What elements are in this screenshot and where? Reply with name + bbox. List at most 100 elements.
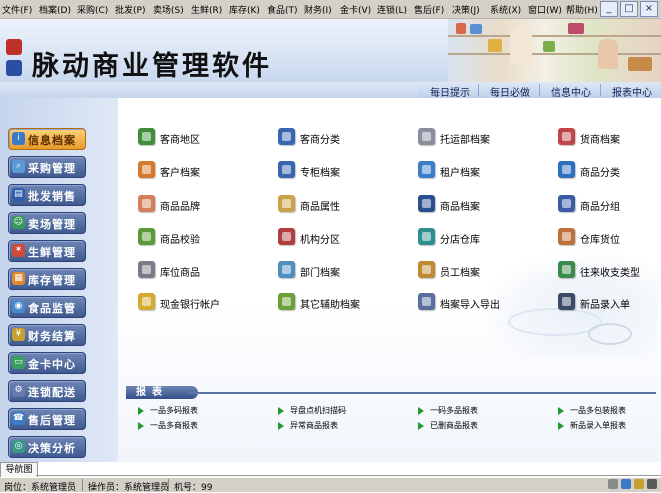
menu-archive[interactable]: 档案(D): [39, 3, 71, 16]
tenant-icon: [418, 161, 435, 178]
menu-window[interactable]: 窗口(W): [528, 3, 562, 16]
sidebar-item-label: 决策分析: [28, 442, 76, 455]
menu-inventory[interactable]: 库存(K): [229, 3, 260, 16]
category-icon: [278, 128, 295, 145]
logo-blue-icon: [6, 60, 22, 76]
sidebar-item-label: 卖场管理: [28, 218, 76, 231]
sidebar-item-wholesale[interactable]: ▤ 批发销售: [8, 184, 86, 206]
sidebar-item-label: 连锁配送: [28, 386, 76, 399]
status-position: 岗位：系统管理员: [4, 483, 77, 493]
sidebar-item-label: 售后管理: [28, 414, 76, 427]
menu-file[interactable]: 文件(F): [2, 3, 32, 16]
finance-icon: ¥: [12, 328, 25, 341]
main-panel: 客商地区 客商分类 托运部档案 货商档案 客户档案 专柜档案 租户档案 商品分类…: [118, 98, 661, 462]
daily-tips-link[interactable]: 每日提示: [430, 84, 470, 99]
food-icon: ◉: [12, 300, 25, 313]
sidebar-item-label: 批发销售: [28, 190, 76, 203]
app-title: 脉动商业管理软件: [32, 51, 272, 82]
window-controls: _ □ ×: [598, 1, 658, 17]
store-icon: ☺: [12, 216, 25, 229]
arrow-icon: [418, 422, 424, 430]
clock-icon[interactable]: [634, 479, 644, 489]
printer-icon[interactable]: [647, 479, 657, 489]
import-export-icon: [418, 293, 435, 310]
navigation-tab[interactable]: 导航图: [0, 462, 38, 477]
region-icon: [138, 128, 155, 145]
report-center-link[interactable]: 报表中心: [612, 84, 652, 99]
quick-links-bar: 每日提示 每日必做 信息中心 报表中心: [418, 82, 661, 99]
menu-purchase[interactable]: 采购(C): [77, 3, 108, 16]
sidebar-item-info-archive[interactable]: i 信息档案: [8, 128, 86, 150]
status-bar: 岗位：系统管理员 操作员：系统管理员 机号：99: [0, 477, 661, 493]
sidebar-item-finance[interactable]: ¥ 财务结算: [8, 324, 86, 346]
info-center-link[interactable]: 信息中心: [551, 84, 591, 99]
menu-aftersale[interactable]: 售后(F): [414, 3, 444, 16]
menu-finance[interactable]: 财务(I): [304, 3, 332, 16]
counter-icon: [278, 161, 295, 178]
keyboard-icon[interactable]: [608, 479, 618, 489]
maximize-button[interactable]: □: [620, 1, 638, 17]
employee-icon: [418, 261, 435, 278]
menu-food[interactable]: 食品(T): [267, 3, 298, 16]
arrow-icon: [558, 422, 564, 430]
warehouse-icon: [418, 228, 435, 245]
logo-red-icon: [6, 39, 22, 55]
sidebar-item-label: 库存管理: [28, 274, 76, 287]
location-icon: [138, 261, 155, 278]
exchange-icon: [558, 261, 575, 278]
supermarket-banner-image: [448, 19, 661, 82]
info-archive-icon: i: [12, 132, 25, 145]
logo: [6, 39, 24, 81]
sidebar-item-decision[interactable]: ◎ 决策分析: [8, 436, 86, 458]
sidebar-item-label: 信息档案: [28, 134, 76, 147]
new-product-icon: [558, 293, 575, 310]
card-icon: ▭: [12, 356, 25, 369]
arrow-icon: [138, 422, 144, 430]
attribute-icon: [278, 195, 295, 212]
menu-bar: 文件(F) 档案(D) 采购(C) 批发(P) 卖场(S) 生鲜(R) 库存(K…: [0, 0, 661, 19]
sidebar-item-chain[interactable]: ⚙ 连锁配送: [8, 380, 86, 402]
plus-icon: [278, 293, 295, 310]
arrow-icon: [278, 422, 284, 430]
arrow-icon: [138, 407, 144, 415]
minimize-button[interactable]: _: [600, 1, 618, 17]
purchase-icon: ⌕: [12, 160, 25, 173]
menu-wholesale[interactable]: 批发(P): [115, 3, 145, 16]
header-band: [0, 82, 418, 98]
sidebar-item-label: 财务结算: [28, 330, 76, 343]
sidebar-item-fresh[interactable]: ✶ 生鲜管理: [8, 240, 86, 262]
daily-todo-link[interactable]: 每日必做: [490, 84, 530, 99]
cash-icon: [138, 293, 155, 310]
check-icon: [138, 228, 155, 245]
inventory-icon: ▦: [12, 272, 25, 285]
sidebar-item-inventory[interactable]: ▦ 库存管理: [8, 268, 86, 290]
house-icon: [558, 228, 575, 245]
menu-card[interactable]: 金卡(V): [340, 3, 371, 16]
sidebar-item-food[interactable]: ◉ 食品监管: [8, 296, 86, 318]
fresh-icon: ✶: [12, 244, 25, 257]
chain-icon: ⚙: [12, 384, 25, 397]
arrow-icon: [278, 407, 284, 415]
status-operator: 操作员：系统管理员: [88, 483, 170, 493]
sidebar-item-store[interactable]: ☺ 卖场管理: [8, 212, 86, 234]
menu-store[interactable]: 卖场(S): [153, 3, 184, 16]
sidebar-item-card[interactable]: ▭ 金卡中心: [8, 352, 86, 374]
sidebar-item-purchase[interactable]: ⌕ 采购管理: [8, 156, 86, 178]
books-icon: [558, 161, 575, 178]
menu-system[interactable]: 系统(X): [490, 3, 521, 16]
sidebar: i 信息档案 ⌕ 采购管理 ▤ 批发销售 ☺ 卖场管理 ✶ 生鲜管理 ▦ 库存管…: [0, 98, 118, 462]
menu-help[interactable]: 帮助(H): [566, 3, 598, 16]
menu-decision[interactable]: 决策(J): [452, 3, 480, 16]
menu-chain[interactable]: 连锁(L): [377, 3, 407, 16]
supplier-icon: [558, 128, 575, 145]
status-machine-no: 机号：99: [174, 483, 213, 493]
sidebar-item-label: 食品监管: [28, 302, 76, 315]
sidebar-item-label: 金卡中心: [28, 358, 76, 371]
decision-icon: ◎: [12, 440, 25, 453]
close-button[interactable]: ×: [640, 1, 658, 17]
network-icon[interactable]: [621, 479, 631, 489]
sidebar-item-aftersale[interactable]: ☎ 售后管理: [8, 408, 86, 430]
menu-fresh[interactable]: 生鲜(R): [191, 3, 222, 16]
group-icon: [558, 195, 575, 212]
report-section: 报表 一品多码报表 导盘点机扫描码 一码多品报表 一品多包装报表 一品多商报表 …: [126, 386, 656, 452]
